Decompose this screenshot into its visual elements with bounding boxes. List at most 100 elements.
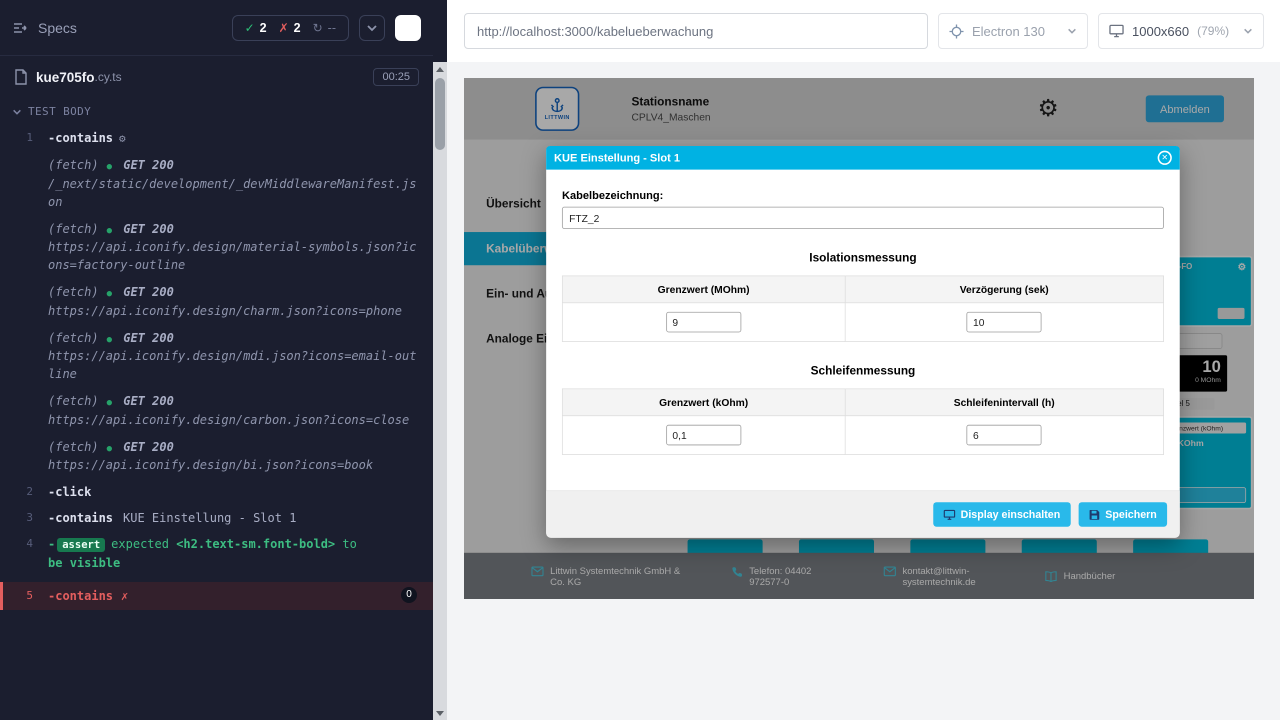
- command-argument: KUE Einstellung - Slot 1: [123, 511, 296, 525]
- zoom-level: (79%): [1197, 24, 1229, 38]
- scroll-down-arrow[interactable]: [433, 706, 447, 720]
- command-row-click[interactable]: 2 -click: [0, 481, 433, 503]
- browser-toolbar: Electron 130 1000x660 (79%): [447, 0, 1280, 62]
- test-stats: ✓2 ✗2 ↻--: [232, 15, 349, 41]
- fetch-log[interactable]: (fetch)● GET 200https://api.iconify.desi…: [0, 281, 433, 322]
- specs-menu-icon[interactable]: [12, 20, 28, 36]
- modal-title: KUE Einstellung - Slot 1: [554, 151, 680, 164]
- collapse-button[interactable]: [359, 15, 385, 41]
- runner-header: Specs ✓2 ✗2 ↻--: [0, 0, 433, 56]
- viewport-size: 1000x660: [1132, 24, 1189, 39]
- status-dot-icon: ●: [107, 226, 112, 236]
- modal-footer: Display einschalten Speichern: [546, 490, 1180, 537]
- assert-badge: assert: [57, 538, 105, 552]
- status-dot-icon: ●: [107, 398, 112, 408]
- display-icon: [943, 509, 955, 520]
- fetch-log[interactable]: (fetch)● GET 200https://api.iconify.desi…: [0, 218, 433, 277]
- status-dot-icon: ●: [107, 162, 112, 172]
- cable-name-input[interactable]: [562, 207, 1164, 229]
- command-name: -contains: [48, 511, 113, 525]
- modal-header: KUE Einstellung - Slot 1 ✕: [546, 146, 1180, 170]
- fetch-url: https://api.iconify.design/material-symb…: [48, 238, 417, 274]
- fetch-log[interactable]: (fetch)● GET 200https://api.iconify.desi…: [0, 436, 433, 477]
- viewfinder-icon: [949, 24, 964, 39]
- monitor-icon: [1109, 24, 1124, 38]
- retry-count-badge: 0: [401, 587, 417, 603]
- scroll-up-arrow[interactable]: [433, 62, 447, 76]
- fetch-url: https://api.iconify.design/charm.json?ic…: [48, 302, 417, 320]
- column-header: Grenzwert (MOhm): [562, 276, 845, 303]
- passed-count: 2: [260, 21, 267, 35]
- spec-extension: .cy.ts: [95, 70, 122, 84]
- loop-table: Grenzwert (kOhm) Schleifenintervall (h): [562, 388, 1164, 454]
- column-header: Grenzwert (kOhm): [562, 389, 845, 416]
- spec-file-icon: [14, 69, 28, 85]
- sidebar-scrollbar[interactable]: [433, 62, 447, 720]
- failed-count: 2: [294, 21, 301, 35]
- passed-icon: ✓: [245, 21, 255, 35]
- command-number: 2: [0, 483, 48, 501]
- grenzwert-mohm-input[interactable]: [666, 312, 741, 333]
- chevron-down-icon: [1067, 26, 1077, 36]
- fetch-url: https://api.iconify.design/bi.json?icons…: [48, 456, 417, 474]
- fetch-log[interactable]: (fetch)● GET 200https://api.iconify.desi…: [0, 390, 433, 431]
- isolation-section-title: Isolationsmessung: [562, 251, 1164, 264]
- column-header: Schleifenintervall (h): [845, 389, 1164, 416]
- status-dot-icon: ●: [107, 335, 112, 345]
- loop-section-title: Schleifenmessung: [562, 364, 1164, 377]
- pending-count: --: [328, 21, 336, 35]
- pending-stat: ↻ --: [313, 21, 336, 35]
- fetch-url: https://api.iconify.design/carbon.json?i…: [48, 411, 417, 429]
- command-name: -contains: [48, 131, 113, 145]
- assert-selector: <h2.text-sm.font-bold>: [176, 537, 335, 551]
- command-number: 5: [3, 587, 48, 605]
- command-number: 1: [0, 129, 48, 148]
- fetch-log[interactable]: (fetch)● GET 200/_next/static/developmen…: [0, 154, 433, 213]
- column-header: Verzögerung (sek): [845, 276, 1164, 303]
- command-gear-icon[interactable]: ⚙: [119, 132, 126, 145]
- cable-name-label: Kabelbezeichnung:: [562, 189, 1164, 202]
- spec-name: kue705fo: [36, 70, 95, 85]
- save-button[interactable]: Speichern: [1078, 502, 1167, 526]
- command-name: -click: [48, 485, 91, 499]
- scrollbar-thumb[interactable]: [435, 78, 445, 150]
- chevron-down-icon: [1243, 26, 1253, 36]
- browser-name: Electron 130: [972, 24, 1045, 39]
- command-name: -contains: [48, 589, 113, 603]
- failed-stat: ✗2: [279, 21, 301, 35]
- grenzwert-kohm-input[interactable]: [666, 425, 741, 446]
- spec-duration: 00:25: [373, 68, 419, 86]
- url-input[interactable]: [464, 13, 928, 49]
- fetch-url: https://api.iconify.design/mdi.json?icon…: [48, 347, 417, 383]
- test-body-header[interactable]: TEST BODY: [0, 96, 433, 127]
- command-row-contains-arg[interactable]: 3 -contains KUE Einstellung - Slot 1: [0, 507, 433, 529]
- command-row-contains[interactable]: 1 -contains ⚙: [0, 127, 433, 150]
- command-row-assert[interactable]: 4 -assertexpected <h2.text-sm.font-bold>…: [0, 533, 433, 574]
- app-under-test: LITTWIN Stationsname CPLV4_Maschen ⚙ Abm…: [464, 78, 1254, 599]
- status-dot-icon: ●: [107, 444, 112, 454]
- command-number: 3: [0, 509, 48, 527]
- floppy-disk-icon: [1089, 509, 1100, 520]
- specs-label[interactable]: Specs: [38, 20, 232, 36]
- spec-row[interactable]: kue705fo.cy.ts 00:25: [0, 56, 433, 96]
- test-body-label: TEST BODY: [28, 104, 91, 121]
- fetch-url: /_next/static/development/_devMiddleware…: [48, 175, 417, 211]
- schleifenintervall-input[interactable]: [967, 425, 1042, 446]
- command-number: 4: [0, 535, 48, 572]
- browser-select[interactable]: Electron 130: [938, 13, 1088, 49]
- fetch-log[interactable]: (fetch)● GET 200https://api.iconify.desi…: [0, 327, 433, 386]
- stop-button[interactable]: [395, 15, 421, 41]
- kue-settings-modal: KUE Einstellung - Slot 1 ✕ Kabelbezeichn…: [546, 146, 1180, 538]
- display-on-button[interactable]: Display einschalten: [933, 502, 1071, 526]
- command-row-failed[interactable]: 5 -contains ✗ 0: [0, 582, 433, 610]
- viewport-select[interactable]: 1000x660 (79%): [1098, 13, 1264, 49]
- fail-x-icon: ✗: [121, 589, 128, 603]
- close-icon[interactable]: ✕: [1158, 151, 1172, 165]
- status-dot-icon: ●: [107, 289, 112, 299]
- refresh-icon: ↻: [313, 21, 323, 35]
- failed-icon: ✗: [279, 21, 289, 35]
- passed-stat: ✓2: [245, 21, 267, 35]
- verzoegerung-input[interactable]: [967, 312, 1042, 333]
- isolation-table: Grenzwert (MOhm) Verzögerung (sek): [562, 276, 1164, 342]
- cypress-sidebar: Specs ✓2 ✗2 ↻-- kue705fo.cy.ts 00:25 TES…: [0, 0, 447, 720]
